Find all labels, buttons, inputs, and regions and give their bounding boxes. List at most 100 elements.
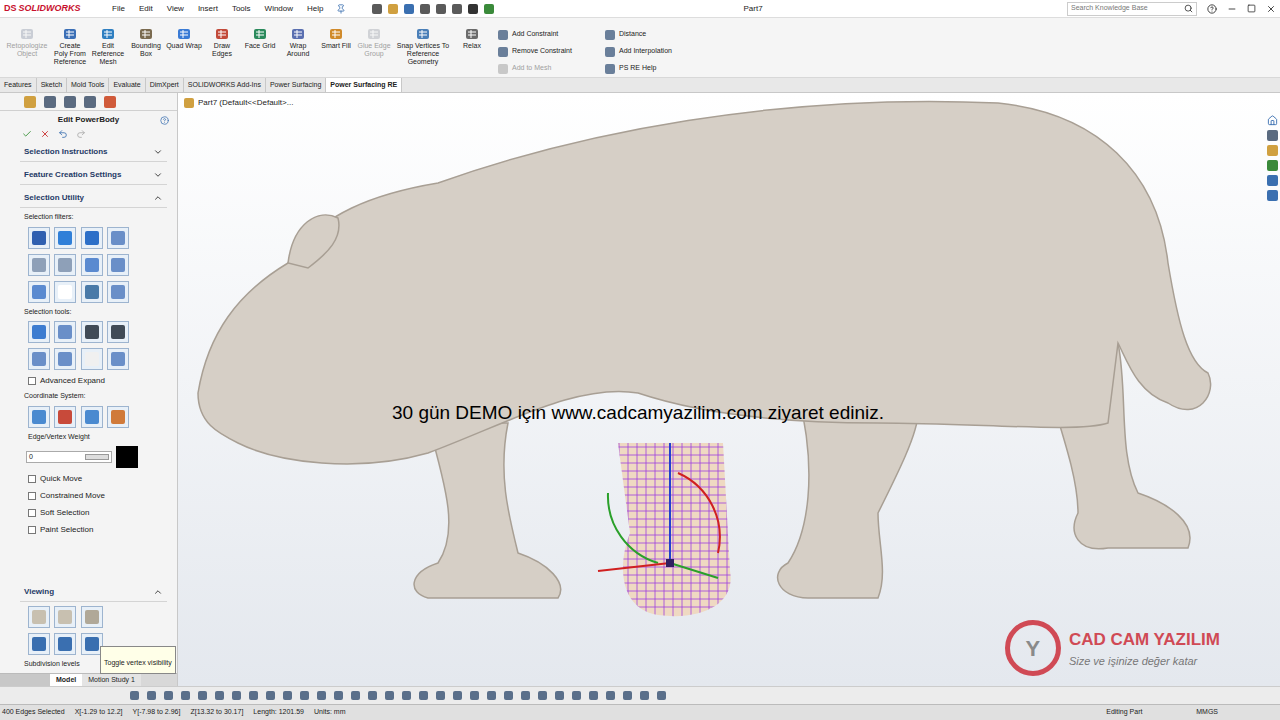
bottom-tool-icon[interactable]: [300, 691, 309, 700]
command-tab[interactable]: Power Surfacing: [266, 78, 326, 92]
filter-button[interactable]: [28, 254, 50, 276]
filter-button[interactable]: [81, 281, 103, 303]
bottom-tool-icon[interactable]: [147, 691, 156, 700]
toolbar-icon[interactable]: [484, 4, 494, 14]
ribbon-tool[interactable]: Retopologize Object: [4, 26, 50, 58]
ribbon-tool[interactable]: Smart Fill: [318, 26, 354, 50]
ribbon-tool[interactable]: Bounding Box: [128, 26, 164, 58]
bottom-tool-icon[interactable]: [453, 691, 462, 700]
menu-item[interactable]: Insert: [196, 3, 220, 15]
bottom-tool-icon[interactable]: [385, 691, 394, 700]
selection-tool-button[interactable]: [54, 348, 76, 370]
bottom-tool-icon[interactable]: [419, 691, 428, 700]
selection-tool-button[interactable]: [81, 321, 103, 343]
ribbon-command[interactable]: Remove Constraint: [498, 43, 591, 60]
bottom-tool-icon[interactable]: [589, 691, 598, 700]
selection-tool-button[interactable]: [28, 348, 50, 370]
menu-item[interactable]: Edit: [137, 3, 155, 15]
manager-tab-icon[interactable]: [104, 96, 116, 108]
graphics-viewport[interactable]: Part7 (Default<<Default>...30 gün DEMO i…: [178, 93, 1280, 686]
toolbar-icon[interactable]: [404, 4, 414, 14]
manager-tab-icon[interactable]: [64, 96, 76, 108]
ribbon-command[interactable]: PS RE Help: [605, 60, 698, 77]
ribbon-tool[interactable]: Relax: [454, 26, 490, 50]
cancel-icon[interactable]: [40, 129, 50, 139]
command-tab[interactable]: Sketch: [37, 78, 67, 92]
ribbon-tool[interactable]: Glue Edge Group: [356, 26, 392, 58]
command-tab[interactable]: Evaluate: [109, 78, 145, 92]
section-header[interactable]: Selection Utility: [20, 189, 167, 208]
task-pane-icon[interactable]: [1267, 160, 1278, 171]
filter-button[interactable]: [54, 227, 76, 249]
toolbar-icon[interactable]: [420, 4, 430, 14]
undo-icon[interactable]: [58, 129, 68, 139]
help-icon[interactable]: [160, 116, 169, 125]
bottom-tool-icon[interactable]: [538, 691, 547, 700]
ribbon-command[interactable]: Add Constraint: [498, 26, 591, 43]
menu-item[interactable]: Window: [263, 3, 295, 15]
ribbon-tool[interactable]: Create Poly From Reference: [52, 26, 88, 66]
feature-tree-root[interactable]: Part7 (Default<<Default>...: [184, 97, 293, 109]
bottom-tool-icon[interactable]: [487, 691, 496, 700]
status-units[interactable]: MMGS: [1196, 707, 1218, 718]
filter-button[interactable]: [28, 227, 50, 249]
command-tab[interactable]: DimXpert: [146, 78, 184, 92]
filter-button[interactable]: [107, 281, 129, 303]
toolbar-icon[interactable]: [436, 4, 446, 14]
home-icon[interactable]: [1267, 115, 1278, 126]
bottom-tool-icon[interactable]: [198, 691, 207, 700]
menu-item[interactable]: Help: [305, 3, 325, 15]
redo-icon[interactable]: [76, 129, 86, 139]
bottom-tool-icon[interactable]: [521, 691, 530, 700]
weight-input[interactable]: 0: [26, 451, 112, 463]
bottom-tool-icon[interactable]: [555, 691, 564, 700]
bottom-tool-icon[interactable]: [657, 691, 666, 700]
bottom-tool-icon[interactable]: [436, 691, 445, 700]
viewing-button[interactable]: [54, 606, 76, 628]
bottom-tool-icon[interactable]: [572, 691, 581, 700]
selection-tool-button[interactable]: [28, 321, 50, 343]
help-icon[interactable]: [1207, 4, 1217, 14]
ribbon-command[interactable]: Distance: [605, 26, 698, 43]
filter-button[interactable]: [81, 254, 103, 276]
menu-item[interactable]: View: [165, 3, 186, 15]
filter-button[interactable]: [107, 254, 129, 276]
bottom-tool-icon[interactable]: [317, 691, 326, 700]
bottom-tool-icon[interactable]: [351, 691, 360, 700]
checkbox-row[interactable]: Advanced Expand: [20, 374, 167, 387]
bottom-tool-icon[interactable]: [232, 691, 241, 700]
bottom-tool-icon[interactable]: [334, 691, 343, 700]
pin-icon[interactable]: [336, 4, 346, 14]
selection-tool-button[interactable]: [81, 348, 103, 370]
bottom-tool-icon[interactable]: [606, 691, 615, 700]
toolbar-icon[interactable]: [452, 4, 462, 14]
command-tab[interactable]: SOLIDWORKS Add-Ins: [184, 78, 266, 92]
bottom-tab[interactable]: Model: [50, 674, 82, 686]
command-tab[interactable]: Features: [0, 78, 37, 92]
ribbon-tool[interactable]: Snap Vertices To Reference Geometry: [394, 26, 452, 66]
coordinate-button[interactable]: [107, 406, 129, 428]
viewing-button[interactable]: [81, 606, 103, 628]
ribbon-tool[interactable]: Draw Edges: [204, 26, 240, 58]
bottom-tool-icon[interactable]: [164, 691, 173, 700]
ribbon-tool[interactable]: Quad Wrap: [166, 26, 202, 50]
coordinate-button[interactable]: [54, 406, 76, 428]
checkbox-row[interactable]: Paint Selection: [20, 523, 167, 536]
selection-tool-button[interactable]: [107, 348, 129, 370]
ribbon-tool[interactable]: Face Grid: [242, 26, 278, 50]
close-icon[interactable]: [1266, 4, 1276, 14]
weight-slider[interactable]: [85, 454, 109, 460]
viewing-button[interactable]: [28, 633, 50, 655]
search-field[interactable]: Search Knowledge Base: [1067, 2, 1197, 16]
task-pane-icon[interactable]: [1267, 175, 1278, 186]
toolbar-icon[interactable]: [468, 4, 478, 14]
bottom-tool-icon[interactable]: [470, 691, 479, 700]
selection-tool-button[interactable]: [107, 321, 129, 343]
manager-tab-icon[interactable]: [84, 96, 96, 108]
menu-item[interactable]: Tools: [230, 3, 253, 15]
bottom-tool-icon[interactable]: [368, 691, 377, 700]
ok-icon[interactable]: [22, 129, 32, 139]
bottom-tool-icon[interactable]: [266, 691, 275, 700]
ribbon-command[interactable]: Add to Mesh: [498, 60, 591, 77]
ribbon-command[interactable]: Add Interpolation: [605, 43, 698, 60]
